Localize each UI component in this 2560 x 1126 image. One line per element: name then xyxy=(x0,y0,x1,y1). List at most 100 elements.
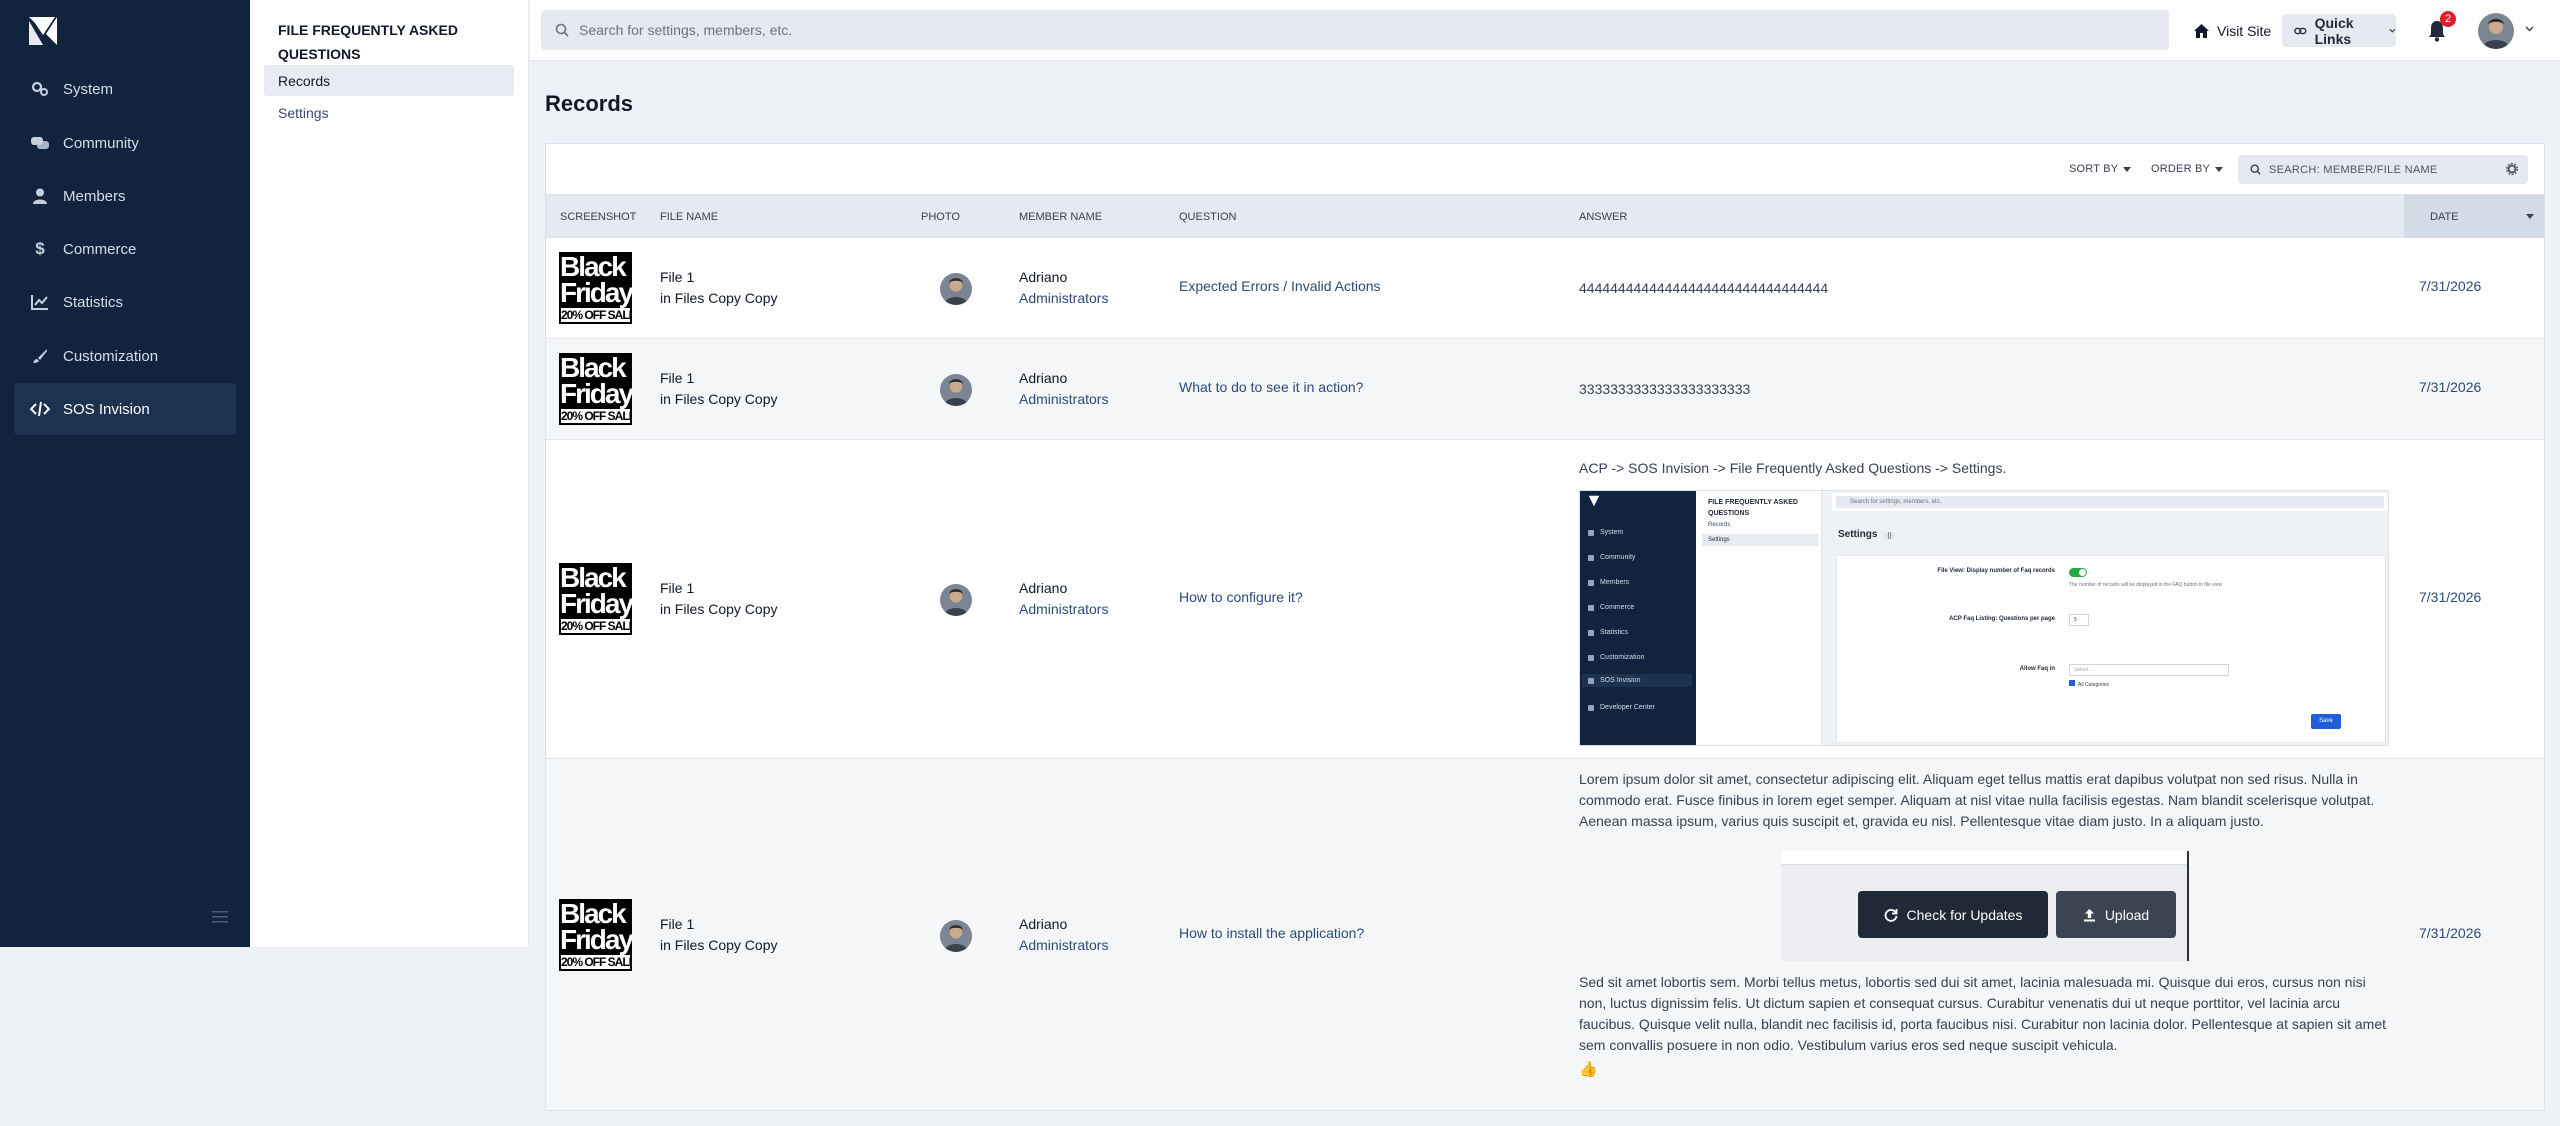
column-header-answer[interactable]: Answer xyxy=(1579,211,1627,223)
comments-icon xyxy=(29,132,51,154)
file-location[interactable]: in Files Copy Copy xyxy=(660,599,778,620)
member-group[interactable]: Administrators xyxy=(1019,288,1108,309)
table-header: Screenshot File Name Photo Member Name Q… xyxy=(546,194,2544,238)
subnav-item-settings[interactable]: Settings xyxy=(264,97,514,128)
main-sidebar: System Community Members $ Commerce Stat… xyxy=(0,0,250,947)
collapse-sidebar-icon[interactable] xyxy=(211,909,229,925)
member-name[interactable]: Adriano xyxy=(1019,368,1108,389)
thumb-text: 20% OFF SALE xyxy=(561,308,630,322)
upload-icon xyxy=(2083,908,2095,921)
member-name[interactable]: Adriano xyxy=(1019,267,1108,288)
column-header-question[interactable]: Question xyxy=(1179,211,1236,223)
column-header-member-name[interactable]: Member Name xyxy=(1019,211,1102,223)
member-photo[interactable] xyxy=(940,920,972,952)
gear-icon[interactable] xyxy=(2506,163,2518,175)
sidebar-item-customization[interactable]: Customization xyxy=(14,330,236,382)
sort-by-button[interactable]: Sort By xyxy=(2069,163,2132,175)
quick-links-label: Quick Links xyxy=(2314,14,2354,47)
app-subnav: File Frequently Asked Questions Records … xyxy=(250,0,529,947)
file-name[interactable]: File 1 xyxy=(660,578,778,599)
sidebar-item-community[interactable]: Community xyxy=(14,117,236,169)
column-header-photo[interactable]: Photo xyxy=(921,211,960,223)
member-photo[interactable] xyxy=(940,584,972,616)
file-location[interactable]: in Files Copy Copy xyxy=(660,935,778,956)
embedded-subnav-title: FILE FREQUENTLY ASKED QUESTIONS xyxy=(1708,499,1798,517)
sidebar-item-label: SOS Invision xyxy=(63,400,150,418)
brush-icon xyxy=(29,345,51,367)
search-input[interactable] xyxy=(579,22,2113,38)
invision-logo-icon[interactable] xyxy=(27,15,59,47)
column-header-date[interactable]: Date xyxy=(2404,195,2544,238)
table-row: Black Friday 20% OFF SALE File 1 in File… xyxy=(546,759,2544,1110)
file-name[interactable]: File 1 xyxy=(660,267,778,288)
member-photo[interactable] xyxy=(940,273,972,305)
file-location[interactable]: in Files Copy Copy xyxy=(660,389,778,410)
question-link[interactable]: Expected Errors / Invalid Actions xyxy=(1179,278,1381,294)
answer-embedded-buttons-image[interactable]: Check for Updates Upload xyxy=(1781,851,2189,961)
screenshot-thumbnail[interactable]: Black Friday 20% OFF SALE xyxy=(559,353,632,425)
screenshot-thumbnail[interactable]: Black Friday 20% OFF SALE xyxy=(559,252,632,324)
file-name[interactable]: File 1 xyxy=(660,368,778,389)
screenshot-thumbnail[interactable]: Black Friday 20% OFF SALE xyxy=(559,563,632,635)
sidebar-item-system[interactable]: System xyxy=(14,63,236,115)
upload-button[interactable]: Upload xyxy=(2056,891,2176,938)
date-cell: 7/31/2026 xyxy=(2419,589,2482,605)
answer-embedded-screenshot[interactable]: System Community Members Commerce Statis… xyxy=(1579,490,2389,746)
answer-text: ACP -> SOS Invision -> File Frequently A… xyxy=(1579,460,2007,476)
sidebar-item-commerce[interactable]: $ Commerce xyxy=(14,223,236,275)
file-name[interactable]: File 1 xyxy=(660,914,778,935)
subnav-item-records[interactable]: Records xyxy=(264,65,514,96)
embedded-input: 5 xyxy=(2069,614,2089,626)
sidebar-item-sos-invision[interactable]: SOS Invision xyxy=(14,383,236,435)
embedded-save-button: Save xyxy=(2311,714,2341,729)
sidebar-item-members[interactable]: Members xyxy=(14,170,236,222)
embedded-nav-item: Customization xyxy=(1588,654,1644,661)
subnav-title: File Frequently Asked Questions xyxy=(278,22,458,62)
question-link[interactable]: How to configure it? xyxy=(1179,589,1303,605)
embedded-select: Select... xyxy=(2069,664,2229,676)
member-photo[interactable] xyxy=(940,374,972,406)
thumb-text: Friday xyxy=(560,277,632,308)
question-link[interactable]: What to do to see it in action? xyxy=(1179,379,1363,395)
thumb-text: 20% OFF SALE xyxy=(561,619,630,633)
file-name-cell: File 1 in Files Copy Copy xyxy=(660,578,778,620)
user-avatar[interactable] xyxy=(2478,13,2514,49)
global-search[interactable] xyxy=(541,10,2169,50)
member-name-cell: Adriano Administrators xyxy=(1019,267,1108,309)
embedded-subnav-item: Records xyxy=(1708,522,1731,528)
sidebar-item-label: Community xyxy=(63,134,139,152)
member-name[interactable]: Adriano xyxy=(1019,914,1108,935)
member-group[interactable]: Administrators xyxy=(1019,389,1108,410)
answer-paragraph: Sed sit amet lobortis sem. Morbi tellus … xyxy=(1579,974,2387,1053)
member-group[interactable]: Administrators xyxy=(1019,599,1108,620)
order-by-button[interactable]: Order By xyxy=(2151,163,2224,175)
screenshot-thumbnail[interactable]: Black Friday 20% OFF SALE xyxy=(559,899,632,971)
visit-site-link[interactable]: Visit Site xyxy=(2194,18,2271,44)
file-location[interactable]: in Files Copy Copy xyxy=(660,288,778,309)
records-search[interactable] xyxy=(2238,155,2528,184)
sidebar-item-statistics[interactable]: Statistics xyxy=(14,276,236,328)
search-icon xyxy=(2250,164,2261,175)
column-header-screenshot[interactable]: Screenshot xyxy=(560,211,636,223)
embedded-nav-item: Members xyxy=(1588,579,1629,586)
chevron-down-icon[interactable] xyxy=(2525,26,2534,32)
sidebar-item-label: Commerce xyxy=(63,240,137,258)
sidebar-item-label: Customization xyxy=(63,347,159,365)
answer-paragraph: Lorem ipsum dolor sit amet, consectetur … xyxy=(1579,771,2375,829)
question-link[interactable]: How to install the application? xyxy=(1179,925,1364,941)
notification-count-badge: 2 xyxy=(2440,11,2456,27)
check-for-updates-button[interactable]: Check for Updates xyxy=(1858,891,2048,938)
member-group[interactable]: Administrators xyxy=(1019,935,1108,956)
records-search-input[interactable] xyxy=(2269,163,2489,176)
invision-logo-icon xyxy=(1588,495,1600,507)
quick-links-button[interactable]: Quick Links xyxy=(2282,14,2396,47)
embedded-toggle xyxy=(2069,568,2087,577)
member-name[interactable]: Adriano xyxy=(1019,578,1108,599)
embedded-note: The number of records will be displayed … xyxy=(2069,582,2223,588)
chart-line-icon xyxy=(29,291,51,313)
visit-site-label: Visit Site xyxy=(2217,23,2272,39)
column-header-file-name[interactable]: File Name xyxy=(660,211,718,223)
sort-by-label: Sort By xyxy=(2069,163,2119,175)
embedded-nav-item: Developer Center xyxy=(1588,704,1655,711)
embedded-subnav: FILE FREQUENTLY ASKED QUESTIONS Records … xyxy=(1696,491,1822,745)
